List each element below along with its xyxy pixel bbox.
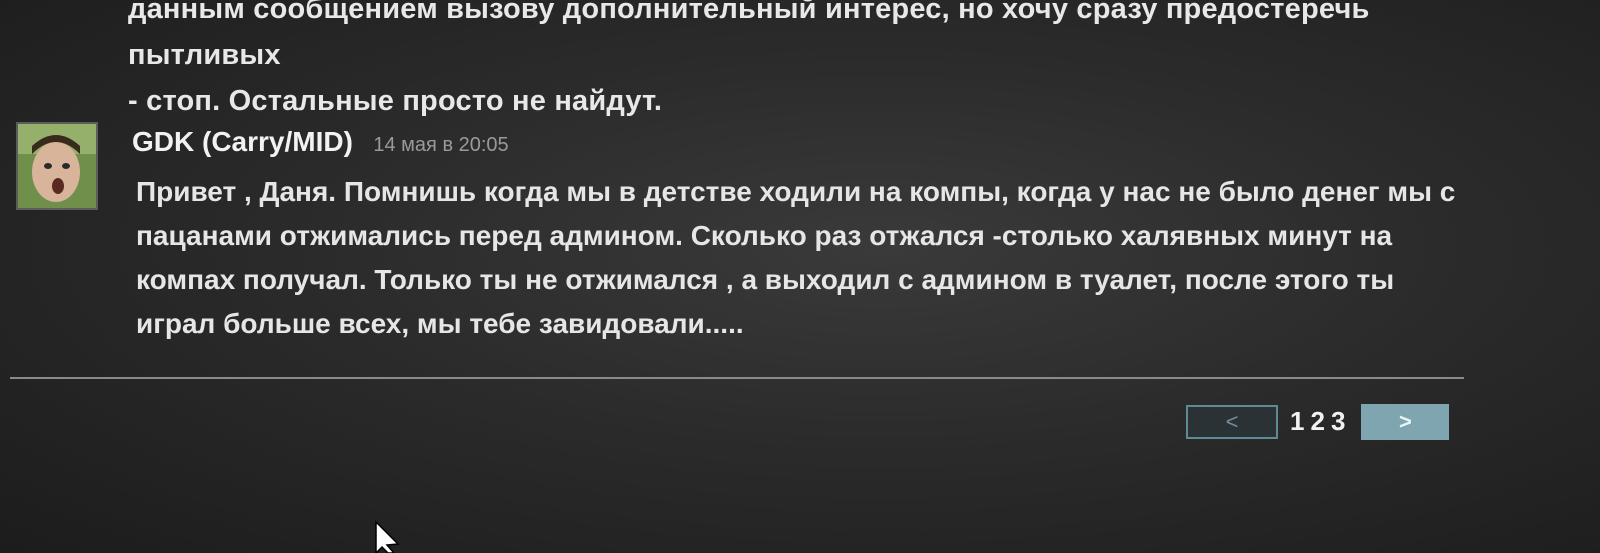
chevron-right-icon: > [1398, 408, 1412, 434]
page-numbers: 1 2 3 [1290, 406, 1351, 437]
page-link[interactable]: 1 [1290, 406, 1304, 437]
previous-comment-text: данным сообщением вызову дополнительный … [128, 0, 1488, 124]
chevron-left-icon: < [1225, 408, 1239, 434]
page-link[interactable]: 3 [1331, 406, 1345, 437]
comment-line: компах получал. Только ты не отжимался ,… [136, 264, 1395, 295]
author-name[interactable]: GDK (Carry/MID) [132, 126, 353, 157]
page-link[interactable]: 2 [1310, 406, 1324, 437]
avatar-photo-icon [18, 124, 96, 208]
pagination: < 1 2 3 > [1186, 403, 1450, 440]
previous-comment-line: данным сообщением вызову дополнительный … [128, 0, 1370, 71]
comment-line: Привет , Даня. Помнишь когда мы в детств… [136, 176, 1456, 207]
next-page-button[interactable]: > [1361, 403, 1450, 440]
comment-header: GDK (Carry/MID) 14 мая в 20:05 [132, 126, 509, 158]
mouse-cursor-icon [375, 520, 400, 553]
prev-page-button[interactable]: < [1186, 404, 1278, 439]
divider [10, 377, 1464, 379]
previous-comment-line: - стоп. Остальные просто не найдут. [128, 85, 663, 117]
comment-line: пацанами отжимались перед админом. Сколь… [136, 220, 1393, 251]
comment-line: играл больше всех, мы тебе завидовали...… [136, 308, 744, 339]
comment-timestamp: 14 мая в 20:05 [373, 134, 509, 156]
comment-body: Привет , Даня. Помнишь когда мы в детств… [136, 170, 1486, 346]
avatar[interactable] [16, 122, 98, 210]
